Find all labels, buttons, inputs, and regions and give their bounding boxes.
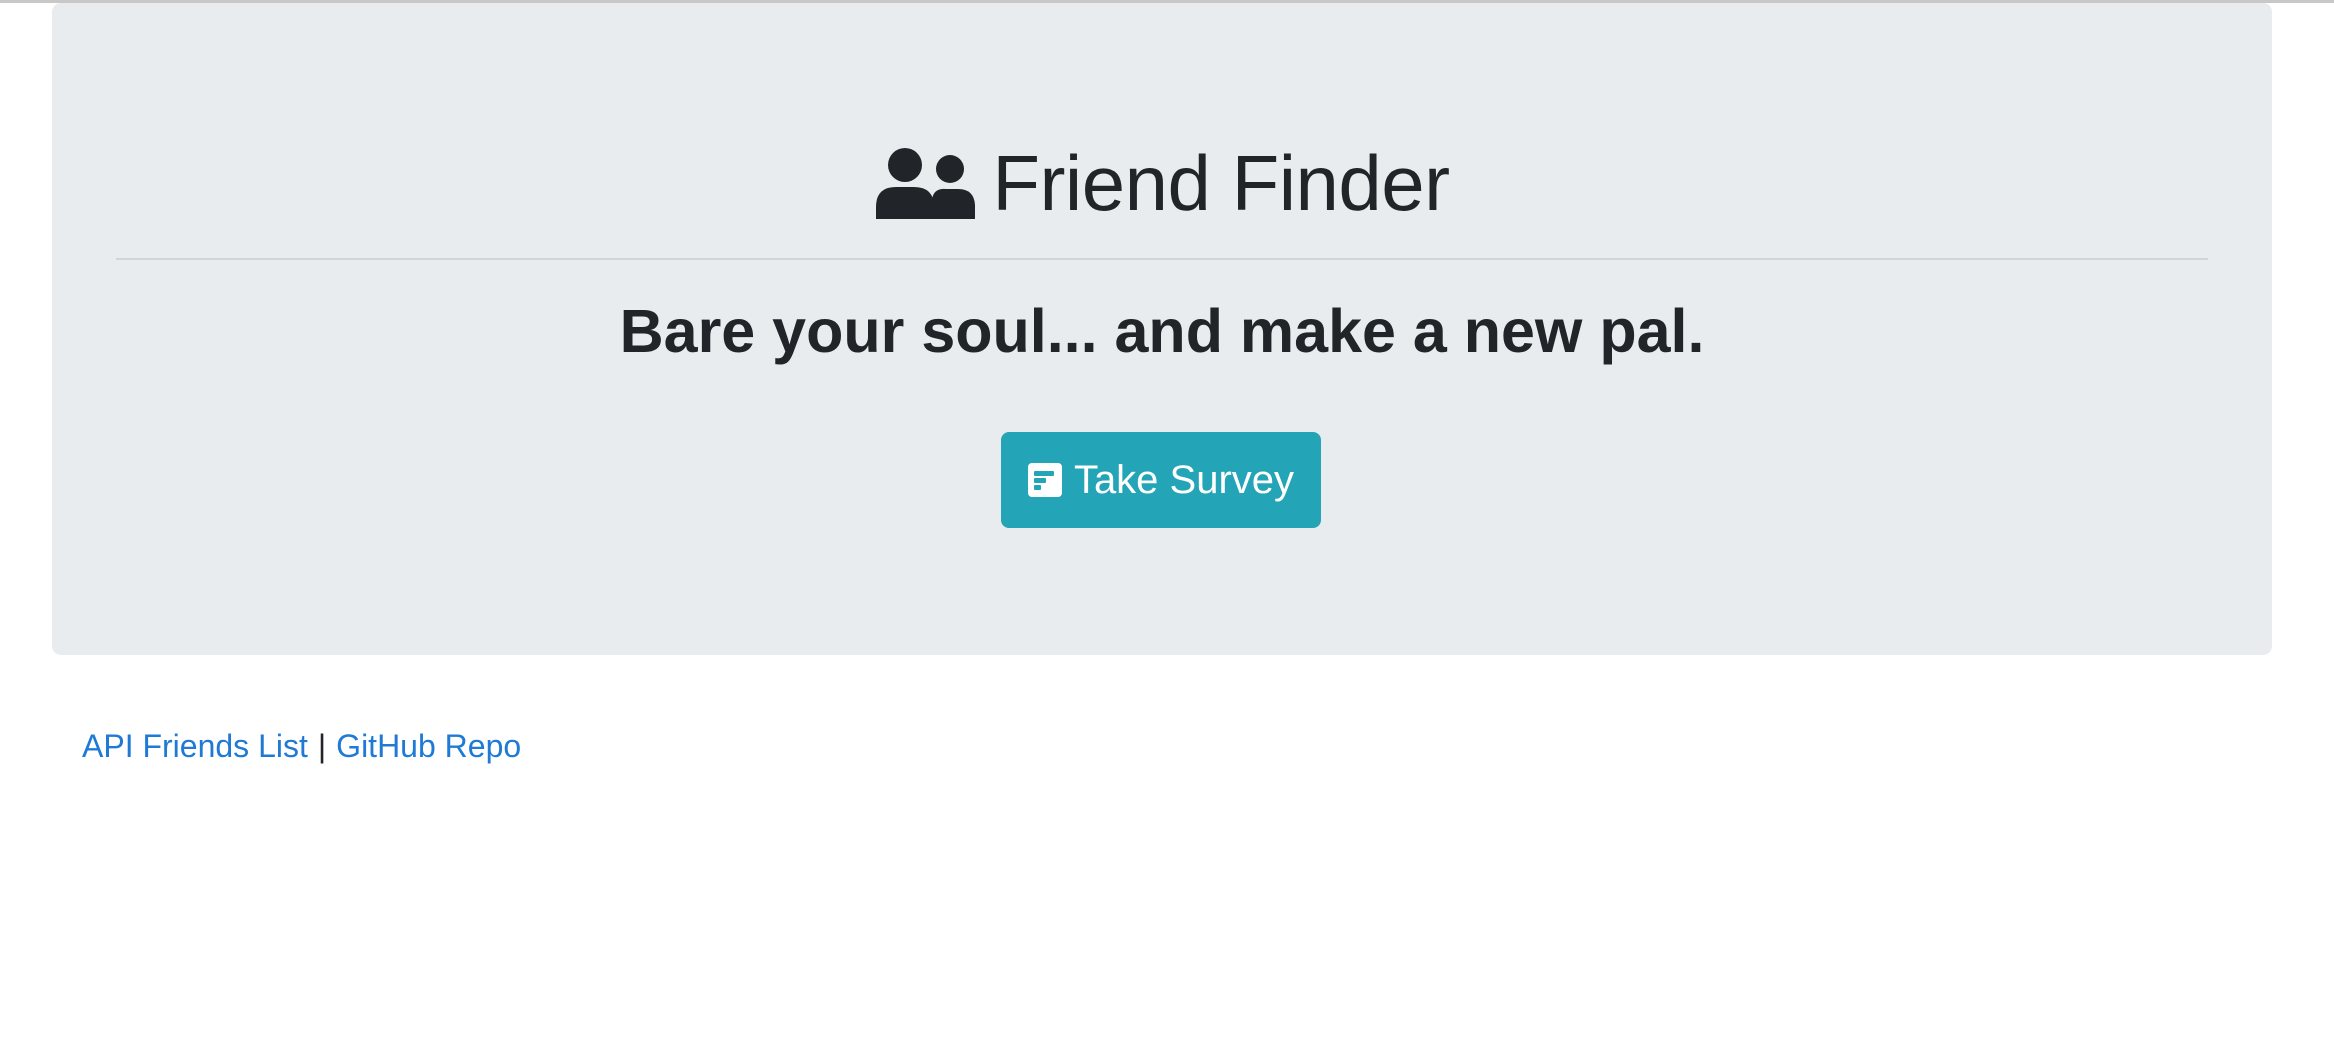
divider [116, 258, 2208, 260]
jumbotron: Friend Finder Bare your soul... and make… [52, 3, 2272, 655]
users-icon [874, 147, 976, 219]
page-title: Friend Finder [52, 135, 2272, 231]
take-survey-button[interactable]: Take Survey [1001, 432, 1321, 528]
poll-icon [1027, 463, 1062, 497]
github-repo-link[interactable]: GitHub Repo [336, 728, 521, 764]
app-title: Friend Finder [992, 139, 1450, 227]
link-separator: | [317, 728, 327, 764]
footer-links: API Friends List | GitHub Repo [82, 726, 521, 766]
tagline: Bare your soul... and make a new pal. [619, 297, 1705, 365]
api-friends-list-link[interactable]: API Friends List [82, 728, 308, 764]
take-survey-label: Take Survey [1073, 458, 1295, 502]
